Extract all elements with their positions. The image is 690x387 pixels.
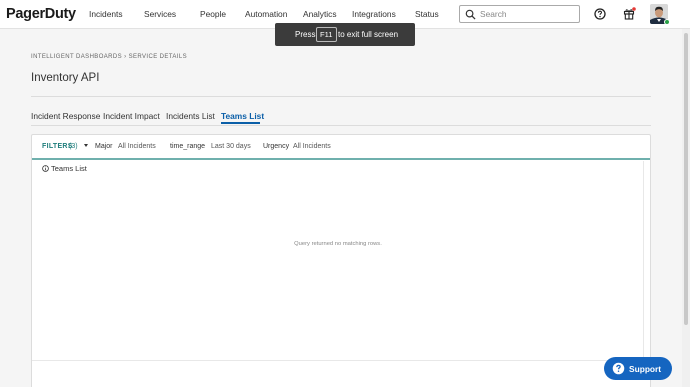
help-icon[interactable] bbox=[594, 8, 606, 20]
chevron-down-icon[interactable] bbox=[84, 144, 88, 147]
filter-urgency-value[interactable]: All Incidents bbox=[293, 143, 331, 150]
tile-border bbox=[643, 161, 644, 360]
nav-people[interactable]: People bbox=[200, 9, 226, 19]
nav-incidents[interactable]: Incidents bbox=[89, 9, 123, 19]
empty-state-message: Query returned no matching rows. bbox=[294, 241, 382, 247]
nav-services[interactable]: Services bbox=[144, 9, 176, 19]
info-icon[interactable] bbox=[42, 165, 49, 172]
breadcrumb[interactable]: INTELLIGENT DASHBOARDS › SERVICE DETAILS bbox=[31, 54, 187, 60]
scrollbar-thumb[interactable] bbox=[684, 33, 688, 325]
filters-count[interactable]: (3) bbox=[69, 143, 78, 150]
search-placeholder: Search bbox=[480, 9, 507, 19]
tile-header: Teams List bbox=[42, 164, 87, 173]
support-button[interactable]: Support bbox=[604, 357, 672, 380]
search-input[interactable]: Search bbox=[459, 5, 580, 23]
filter-time-range-label[interactable]: time_range bbox=[170, 143, 205, 150]
pagerduty-logo[interactable]: PagerDuty bbox=[6, 6, 76, 22]
gift-icon[interactable] bbox=[623, 7, 636, 20]
nav-analytics[interactable]: Analytics bbox=[303, 9, 337, 19]
tile-title: Teams List bbox=[51, 164, 87, 173]
support-label: Support bbox=[629, 364, 662, 374]
tabs-divider bbox=[31, 125, 651, 126]
help-circle-icon bbox=[612, 362, 625, 375]
nav-automation[interactable]: Automation bbox=[245, 9, 287, 19]
search-icon bbox=[465, 9, 476, 20]
header-divider bbox=[31, 96, 651, 97]
nav-integrations[interactable]: Integrations bbox=[352, 9, 396, 19]
dashboard-panel: FILTERS (3) Major All Incidents time_ran… bbox=[31, 134, 651, 387]
filter-urgency-label[interactable]: Urgency bbox=[263, 143, 289, 150]
online-status-icon bbox=[664, 19, 670, 25]
filter-major-value[interactable]: All Incidents bbox=[118, 143, 156, 150]
f11-key: F11 bbox=[316, 27, 337, 42]
active-tab-indicator bbox=[221, 122, 260, 124]
page-title: Inventory API bbox=[31, 72, 100, 84]
filter-major-label[interactable]: Major bbox=[95, 143, 113, 150]
filter-time-range-value[interactable]: Last 30 days bbox=[211, 143, 251, 150]
filter-bar: FILTERS (3) Major All Incidents time_ran… bbox=[32, 135, 650, 160]
tab-incidents-list[interactable]: Incidents List bbox=[166, 111, 215, 121]
tab-incident-impact[interactable]: Incident Impact bbox=[103, 111, 160, 121]
nav-status[interactable]: Status bbox=[415, 9, 439, 19]
fullscreen-notice-prefix: Press bbox=[295, 30, 316, 39]
tab-incident-response[interactable]: Incident Response bbox=[31, 111, 100, 121]
fullscreen-notice-suffix: to exit full screen bbox=[338, 30, 399, 39]
fullscreen-notice: Press F11 to exit full screen bbox=[275, 23, 415, 46]
tile-bottom-divider bbox=[32, 360, 650, 361]
tab-teams-list[interactable]: Teams List bbox=[221, 111, 264, 121]
